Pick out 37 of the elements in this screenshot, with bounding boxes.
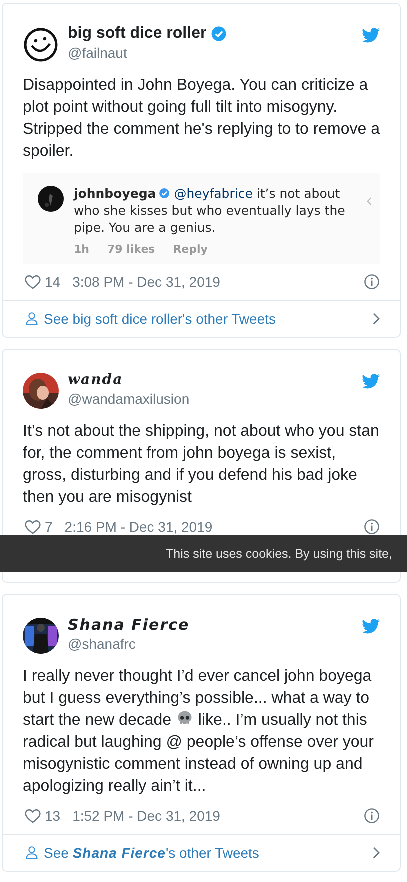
timestamp[interactable]: 3:08 PM - Dec 31, 2019 [72, 274, 364, 290]
comment-meta: Reply [173, 243, 208, 256]
display-name[interactable]: wanda [68, 370, 124, 390]
smiley-icon [23, 27, 59, 63]
heart-icon[interactable] [25, 808, 41, 824]
person-icon [26, 312, 38, 326]
comment-meta: 1h [74, 243, 90, 256]
bird-logo-icon[interactable] [362, 619, 380, 634]
tweet-text: I really never thought I’d ever cancel john boyega but I guess everything’s possible... what a way to start the new decade like.. I’m usually not this radical but laughing @ people’s offense over your misogynistic comment instead of owning up and apologizing really ain’t it... [23, 667, 375, 797]
chevron-right-icon[interactable] [373, 847, 380, 859]
chevron-right-icon[interactable] [373, 313, 380, 325]
other-tweets-link[interactable]: See Shana Fierce's other Tweets [44, 845, 373, 861]
tweet-text: Disappointed in John Boyega. You can criticize a plot point without going full tilt into misogyny. Stripped the comment he's replying to to remove a spoiler. [23, 76, 380, 162]
heart-icon[interactable] [25, 274, 41, 290]
timestamp[interactable]: 2:16 PM - Dec 31, 2019 [64, 519, 364, 535]
like-count: 13 [45, 808, 61, 824]
heart-icon[interactable] [25, 520, 41, 534]
bird-logo-icon[interactable] [362, 28, 380, 43]
comment-text: johnboyega @heyfabrice it’s not about who she kisses but who eventually lays the pipe. You are a genius. [74, 185, 346, 236]
like-count: 14 [45, 274, 61, 290]
other-tweets-link[interactable]: See big soft dice roller's other Tweets [44, 311, 373, 327]
chevron-left-icon [367, 197, 372, 206]
info-icon[interactable] [364, 519, 380, 535]
timestamp[interactable]: 1:52 PM - Dec 31, 2019 [72, 808, 364, 824]
user-handle[interactable]: @failnaut [68, 44, 362, 62]
display-name[interactable]: big soft dice roller [68, 24, 207, 44]
comment-meta: 79 likes [108, 243, 156, 256]
info-icon[interactable] [364, 808, 380, 824]
tweet-text: It’s not about the shipping, not about who you stan for, the comment from john boyega is sexist, gross, disturbing and if you defend his bad joke then you are misogynist [23, 422, 380, 508]
info-icon[interactable] [364, 274, 380, 290]
like-count: 7 [45, 519, 53, 535]
cookie-notice-text: This site uses cookies. By using this site, [166, 546, 392, 560]
display-name[interactable]: Shana Fierce [68, 615, 190, 635]
person-icon [26, 846, 38, 860]
user-handle[interactable]: @shanafrc [68, 635, 362, 653]
user-handle[interactable]: @wandamaxilusion [68, 390, 362, 408]
bird-logo-icon[interactable] [362, 374, 380, 389]
